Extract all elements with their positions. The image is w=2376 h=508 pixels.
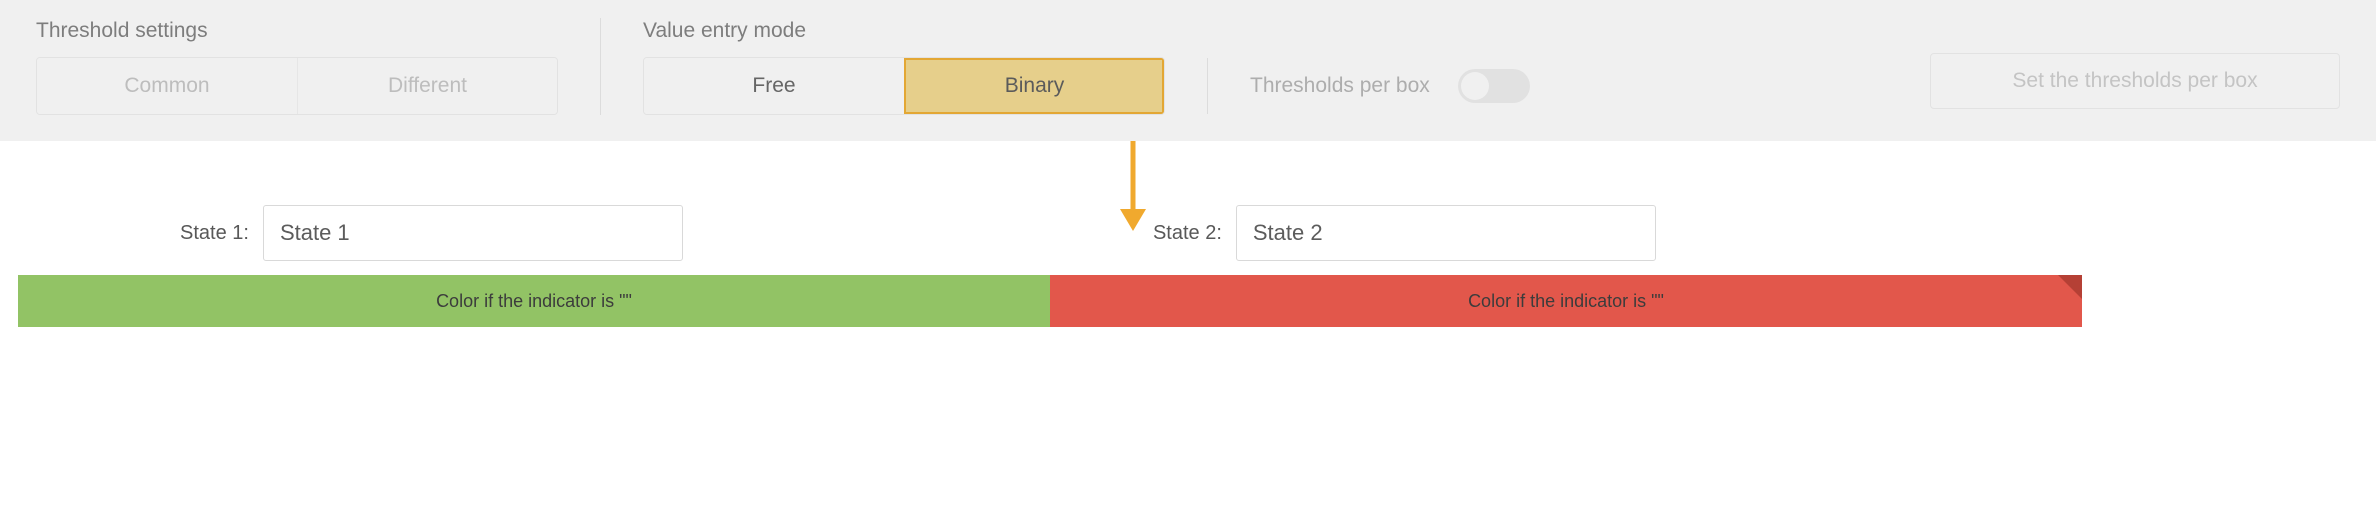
value-entry-mode-title: Value entry mode [643,18,1530,43]
state-2-input[interactable] [1236,205,1656,261]
threshold-settings-segmented: Common Different [36,57,558,115]
value-entry-mode-segmented: Free Binary [643,57,1165,115]
value-entry-mode-group: Value entry mode Free Binary Thresholds … [643,18,1530,115]
threshold-settings-title: Threshold settings [36,18,558,43]
threshold-different-button[interactable]: Different [297,58,557,114]
thresholds-per-box-control: Thresholds per box [1250,69,1530,103]
threshold-common-button[interactable]: Common [37,58,297,114]
set-thresholds-per-box-button[interactable]: Set the thresholds per box [1930,53,2340,109]
state-1-field: State 1: [180,205,683,261]
threshold-settings-group: Threshold settings Common Different [36,18,558,115]
state-2-label: State 2: [1153,222,1222,245]
arrow-down-icon [1118,141,1148,231]
color-bar-state-1[interactable]: Color if the indicator is "" [18,275,1050,327]
thresholds-per-box-toggle[interactable] [1458,69,1530,103]
color-bars: Color if the indicator is "" Color if th… [18,275,2082,327]
corner-fold-icon [2058,275,2082,299]
toggle-knob [1461,72,1489,100]
color-bar-state-1-label: Color if the indicator is "" [436,291,632,312]
thresholds-per-box-label: Thresholds per box [1250,74,1430,98]
states-row: State 1: State 2: [0,205,2376,275]
state-2-field: State 2: [1153,205,1656,261]
value-entry-free-button[interactable]: Free [644,58,904,114]
settings-toolbar: Threshold settings Common Different Valu… [0,0,2376,141]
divider [600,18,601,115]
color-bar-state-2-label: Color if the indicator is "" [1468,291,1664,312]
toolbar-right: Set the thresholds per box [1930,18,2340,109]
color-bar-state-2[interactable]: Color if the indicator is "" [1050,275,2082,327]
arrow-callout [0,141,2376,211]
value-entry-binary-button[interactable]: Binary [904,58,1164,114]
state-1-input[interactable] [263,205,683,261]
divider [1207,58,1208,114]
state-1-label: State 1: [180,222,249,245]
